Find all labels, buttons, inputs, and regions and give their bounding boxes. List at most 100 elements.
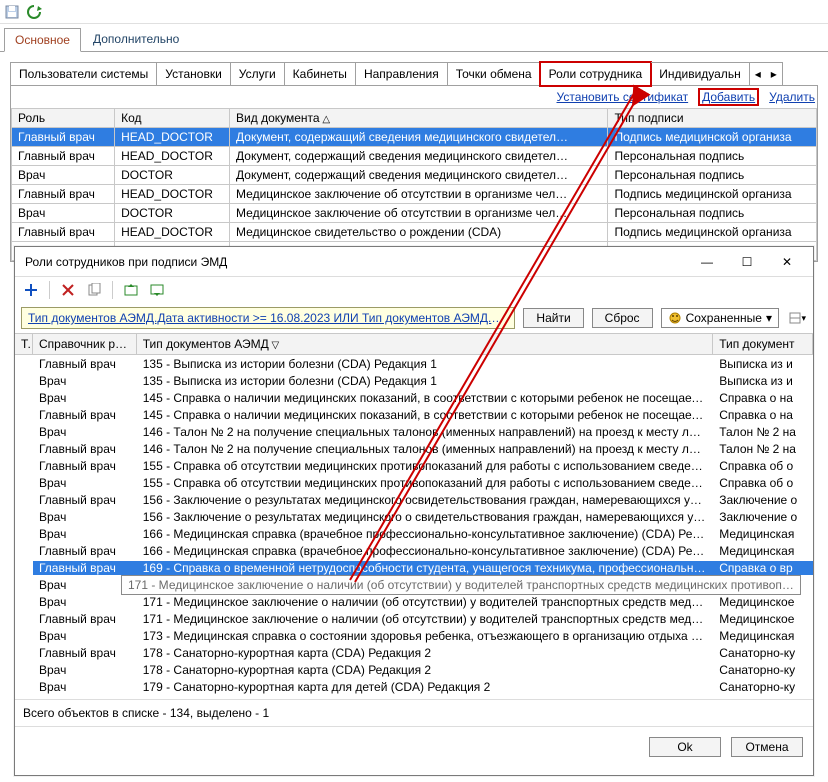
table-header[interactable]: Тип подписи: [608, 109, 817, 128]
tab-inner-0[interactable]: Пользователи системы: [10, 62, 157, 85]
saved-dropdown[interactable]: Сохраненные ▾: [661, 308, 779, 328]
grid-cell: Врач: [33, 680, 137, 694]
ok-button[interactable]: Ok: [649, 737, 721, 757]
tabs-scroll-right[interactable]: ▸: [766, 63, 782, 85]
find-button[interactable]: Найти: [523, 308, 583, 328]
grid-cell: Талон № 2 на: [713, 425, 813, 439]
list-item[interactable]: Главный врач146 - Талон № 2 на получение…: [15, 440, 813, 457]
tab-inner-2[interactable]: Услуги: [231, 62, 285, 85]
add-link[interactable]: Добавить: [702, 90, 755, 104]
grid-cell: Врач: [33, 663, 137, 677]
list-item[interactable]: Главный врач171 - Медицинское заключение…: [15, 610, 813, 627]
list-item[interactable]: Врач146 - Талон № 2 на получение специал…: [15, 423, 813, 440]
grid-cell: Главный врач: [33, 459, 137, 473]
grid-cell: 135 - Выписка из истории болезни (CDA) Р…: [137, 357, 713, 371]
list-item[interactable]: Врач145 - Справка о наличии медицинских …: [15, 389, 813, 406]
list-item[interactable]: Главный врач178 - Санаторно-курортная ка…: [15, 644, 813, 661]
list-item[interactable]: Врач178 - Санаторно-курортная карта (CDA…: [15, 661, 813, 678]
tab-inner-6[interactable]: Роли сотрудника: [541, 62, 652, 85]
table-header[interactable]: Код: [115, 109, 230, 128]
grid-cell: Главный врач: [33, 612, 137, 626]
delete-link[interactable]: Удалить: [769, 90, 815, 104]
tab-main-1[interactable]: Дополнительно: [83, 28, 189, 51]
chevron-down-icon: ▾: [766, 311, 772, 325]
grid-cell: Справка о на: [713, 408, 813, 422]
grid-cell: Справка о на: [713, 391, 813, 405]
minimize-button[interactable]: —: [687, 251, 727, 273]
table-row[interactable]: Главный врачHEAD_DOCTORМедицинское свиде…: [12, 223, 817, 242]
list-item[interactable]: Главный врач156 - Заключение о результат…: [15, 491, 813, 508]
grid-cell: Справка о вр: [713, 561, 813, 575]
grid-header[interactable]: Справочник рол…: [33, 334, 137, 354]
tab-inner-3[interactable]: Кабинеты: [285, 62, 356, 85]
grid-header[interactable]: Тип документов АЭМД: [137, 334, 713, 354]
save-icon[interactable]: [4, 4, 20, 20]
list-item[interactable]: Главный врач166 - Медицинская справка (в…: [15, 542, 813, 559]
grid-cell: Медицинская: [713, 544, 813, 558]
dialog-grid-header[interactable]: Т.Справочник рол…Тип документов АЭМДТип …: [15, 333, 813, 355]
grid-cell: Врач: [33, 527, 137, 541]
close-button[interactable]: ✕: [767, 251, 807, 273]
list-item[interactable]: Врач166 - Медицинская справка (врачебное…: [15, 525, 813, 542]
dialog-grid[interactable]: Главный врач 135 - Выписка из истории бол…: [15, 355, 813, 699]
table-cell: HEAD_DOCTOR: [115, 223, 230, 242]
copy-icon[interactable]: [84, 280, 104, 300]
table-row[interactable]: Главный врачHEAD_DOCTORДокумент, содержа…: [12, 147, 817, 166]
table-row[interactable]: Главный врачHEAD_DOCTORМедицинское заклю…: [12, 185, 817, 204]
table-cell: Подпись медицинской организа: [608, 128, 817, 147]
list-item[interactable]: Врач173 - Медицинская справка о состояни…: [15, 627, 813, 644]
grid-cell: Медицинское: [713, 612, 813, 626]
tabs-scroll-left[interactable]: ◂: [750, 63, 766, 85]
tabs-nav: ◂ ▸: [750, 62, 783, 85]
list-item[interactable]: Главный врач169 - Справка о временной не…: [15, 559, 813, 576]
grid-cell: Медицинская: [713, 629, 813, 643]
list-item[interactable]: Врач179 - Санаторно-курортная карта для …: [15, 678, 813, 695]
tab-inner-5[interactable]: Точки обмена: [448, 62, 541, 85]
reset-button[interactable]: Сброс: [592, 308, 653, 328]
table-cell: Главный врач: [12, 185, 115, 204]
export-icon[interactable]: [121, 280, 141, 300]
maximize-button[interactable]: ☐: [727, 251, 767, 273]
list-item[interactable]: Главный врач145 - Справка о наличии меди…: [15, 406, 813, 423]
tab-inner-1[interactable]: Установки: [157, 62, 230, 85]
table-cell: DOCTOR: [115, 204, 230, 223]
main-content: Пользователи системыУстановкиУслугиКабин…: [0, 52, 828, 272]
table-cell: Персональная подпись: [608, 166, 817, 185]
grid-cell: 169 - Справка о временной нетрудоспособн…: [137, 561, 713, 575]
list-item[interactable]: Главный врач135 - Выписка из истории бол…: [15, 355, 813, 372]
grid-header[interactable]: Тип документ: [713, 334, 813, 354]
list-item[interactable]: Врач171 - Медицинское заключение о налич…: [15, 593, 813, 610]
list-item[interactable]: Врач169 - Справка о временной нетрудоспо…: [15, 576, 813, 593]
grid-cell: Медицинская: [713, 527, 813, 541]
tab-inner-7[interactable]: Индивидуальн: [651, 62, 749, 85]
roles-table[interactable]: РольКодВид документаТип подписи Главный …: [11, 108, 817, 261]
grid-cell: Выписка из и: [713, 357, 813, 371]
grid-header[interactable]: Т.: [15, 334, 33, 354]
list-item[interactable]: Врач155 - Справка об отсутствии медицинс…: [15, 474, 813, 491]
grid-cell: Заключение о: [713, 510, 813, 524]
table-row[interactable]: Главный врачHEAD_DOCTORДокумент, содержа…: [12, 128, 817, 147]
table-row[interactable]: ВрачDOCTORМедицинское заключение об отсу…: [12, 204, 817, 223]
grid-cell: Главный врач: [33, 544, 137, 558]
settings-split-icon[interactable]: ▾: [787, 308, 807, 328]
grid-cell: Главный врач: [33, 442, 137, 456]
cancel-button[interactable]: Отмена: [731, 737, 803, 757]
grid-cell: 146 - Талон № 2 на получение специальных…: [137, 425, 713, 439]
tab-main-0[interactable]: Основное: [4, 28, 81, 52]
list-item[interactable]: Врач135 - Выписка из истории болезни (CD…: [15, 372, 813, 389]
dialog-titlebar: Роли сотрудников при подписи ЭМД — ☐ ✕: [15, 247, 813, 277]
table-row[interactable]: ВрачDOCTORДокумент, содержащий сведения …: [12, 166, 817, 185]
filter-input[interactable]: Тип документов АЭМД.Дата активности >= 1…: [21, 307, 515, 329]
refresh-icon[interactable]: [26, 4, 42, 20]
set-cert-link[interactable]: Установить сертификат: [557, 90, 689, 104]
table-header[interactable]: Вид документа: [230, 109, 608, 128]
list-item[interactable]: Врач156 - Заключение о результатах медиц…: [15, 508, 813, 525]
table-header[interactable]: Роль: [12, 109, 115, 128]
delete-icon[interactable]: [58, 280, 78, 300]
add-icon[interactable]: [21, 280, 41, 300]
import-icon[interactable]: [147, 280, 167, 300]
list-item[interactable]: Главный врач179 - Санаторно-курортная ка…: [15, 695, 813, 699]
tab-inner-4[interactable]: Направления: [356, 62, 448, 85]
grid-cell: 145 - Справка о наличии медицинских пока…: [137, 408, 713, 422]
list-item[interactable]: Главный врач155 - Справка об отсутствии …: [15, 457, 813, 474]
